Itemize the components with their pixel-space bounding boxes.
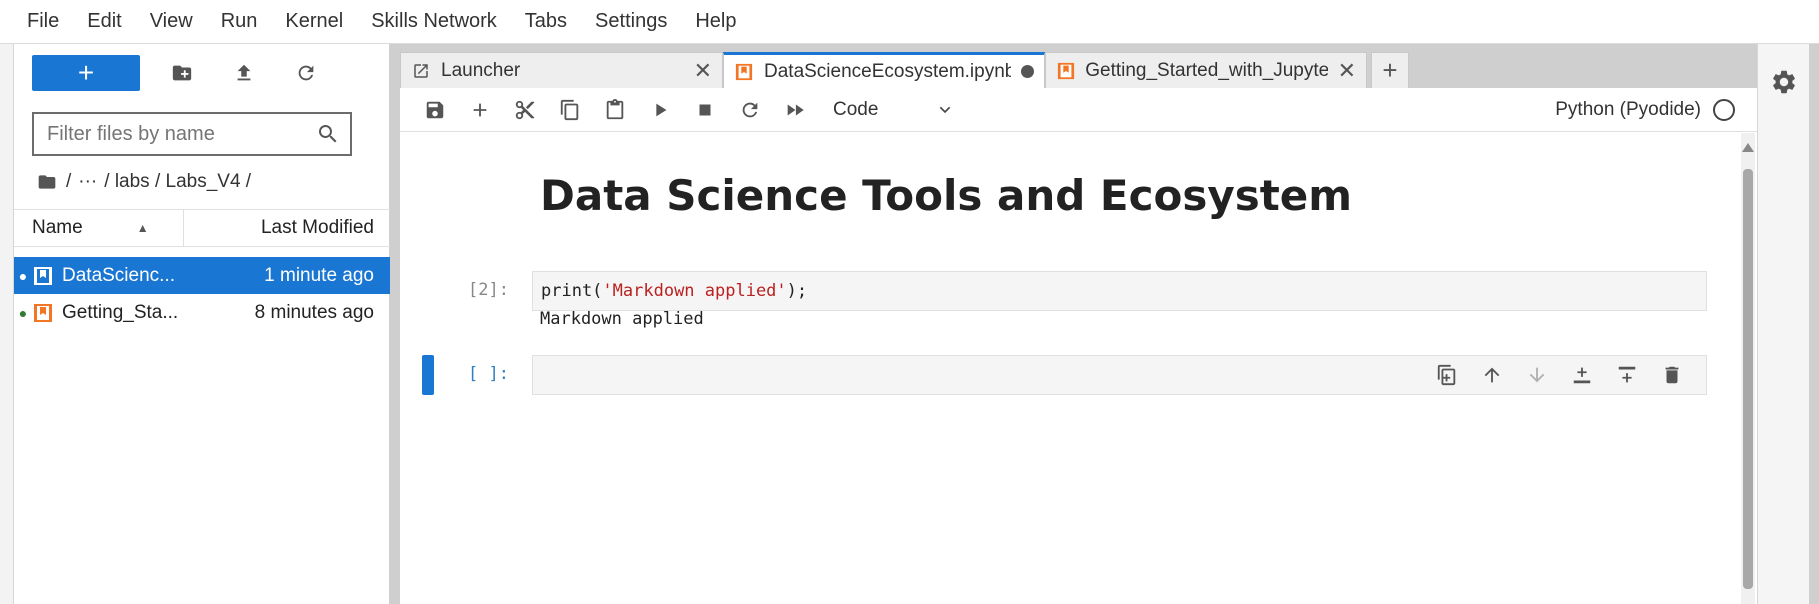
notebook-icon <box>734 62 754 82</box>
sort-ascending-icon: ▲ <box>136 221 149 235</box>
running-indicator: ● <box>18 304 28 321</box>
running-indicator: ● <box>18 267 28 284</box>
breadcrumb-ellipsis[interactable]: ··· <box>78 171 97 193</box>
close-icon[interactable]: ✕ <box>694 58 712 84</box>
chevron-down-icon <box>939 106 951 113</box>
move-up-icon[interactable] <box>1469 364 1514 386</box>
file-list-header: Name ▲ Last Modified <box>14 209 390 247</box>
notebook-icon <box>32 265 54 287</box>
breadcrumb-root[interactable]: / <box>66 171 71 193</box>
markdown-heading[interactable]: Data Science Tools and Ecosystem <box>540 171 1352 220</box>
tab-launcher[interactable]: Launcher ✕ <box>400 52 723 88</box>
property-inspector-gear-icon[interactable] <box>1770 68 1798 96</box>
code-text: ); <box>786 281 808 301</box>
tab-bar: Launcher ✕ DataScienceEcosystem.ipynb Ge… <box>400 52 1409 88</box>
menu-help[interactable]: Help <box>695 10 736 33</box>
menu-view[interactable]: View <box>150 10 193 33</box>
file-modified: 8 minutes ago <box>254 301 374 323</box>
notebook-toolbar: Code Python (Pyodide) <box>400 88 1757 132</box>
breadcrumb-path[interactable]: / labs / Labs_V4 / <box>104 171 251 193</box>
new-tab-button[interactable]: + <box>1371 52 1409 88</box>
tab-datascienceecosystem[interactable]: DataScienceEcosystem.ipynb <box>723 52 1045 88</box>
notebook-scrollbar[interactable] <box>1741 133 1755 604</box>
scrollbar-thumb[interactable] <box>1743 169 1753 589</box>
new-launcher-button[interactable]: + <box>32 55 140 91</box>
menu-kernel[interactable]: Kernel <box>285 10 343 33</box>
code-text: print( <box>541 281 603 301</box>
cell-output: Markdown applied <box>540 309 704 329</box>
code-cell-input[interactable]: print('Markdown applied'); <box>532 271 1707 311</box>
file-name: DataScienc... <box>62 264 175 286</box>
kernel-idle-icon <box>1713 99 1735 121</box>
fast-forward-icon[interactable] <box>772 90 817 130</box>
menu-skills-network[interactable]: Skills Network <box>371 10 497 33</box>
code-string: 'Markdown applied' <box>602 281 787 301</box>
new-folder-icon[interactable] <box>162 55 202 91</box>
folder-icon[interactable] <box>36 172 58 192</box>
run-icon[interactable] <box>637 90 682 130</box>
column-name[interactable]: Name ▲ <box>14 210 184 246</box>
menu-file[interactable]: File <box>27 10 59 33</box>
file-browser: + Filter files by name / ··· / labs / La… <box>14 44 390 604</box>
duplicate-cell-icon[interactable] <box>1424 364 1469 386</box>
search-icon <box>319 125 337 143</box>
kernel-name: Python (Pyodide) <box>1555 99 1701 120</box>
tab-label: DataScienceEcosystem.ipynb <box>764 60 1011 82</box>
code-cell-input-empty[interactable] <box>532 355 1707 395</box>
copy-icon[interactable] <box>547 90 592 130</box>
kernel-status[interactable]: Python (Pyodide) <box>1555 88 1735 132</box>
menu-tabs[interactable]: Tabs <box>525 10 567 33</box>
tab-getting-started[interactable]: Getting_Started_with_Jupyter ✕ <box>1045 52 1367 88</box>
window-edge <box>1809 44 1819 604</box>
breadcrumb: / ··· / labs / Labs_V4 / <box>36 171 258 193</box>
tab-label: Getting_Started_with_Jupyter <box>1085 59 1328 81</box>
right-sidebar <box>1757 44 1809 604</box>
execution-count: [2]: <box>468 280 509 300</box>
file-name: Getting_Sta... <box>62 301 179 323</box>
delete-cell-icon[interactable] <box>1649 364 1694 386</box>
left-activity-strip <box>0 44 14 604</box>
insert-above-icon[interactable] <box>1559 364 1604 386</box>
cell-toolbar <box>1424 356 1694 394</box>
cut-icon[interactable] <box>502 90 547 130</box>
cell-type-dropdown[interactable]: Code <box>833 94 953 126</box>
column-name-label: Name <box>32 217 83 238</box>
paste-icon[interactable] <box>592 90 637 130</box>
notebook-body: Data Science Tools and Ecosystem [2]: pr… <box>400 133 1757 604</box>
jupyterlab-window: File Edit View Run Kernel Skills Network… <box>0 0 1819 604</box>
close-icon[interactable]: ✕ <box>1338 58 1356 84</box>
file-modified: 1 minute ago <box>264 264 374 286</box>
launcher-icon <box>411 61 431 81</box>
file-browser-toolbar: + <box>32 55 326 91</box>
notebook-icon <box>32 302 54 324</box>
file-row[interactable]: ● Getting_Sta... 8 minutes ago <box>14 294 390 331</box>
menu-run[interactable]: Run <box>221 10 258 33</box>
menu-settings[interactable]: Settings <box>595 10 667 33</box>
main-dock-area: Launcher ✕ DataScienceEcosystem.ipynb Ge… <box>390 44 1757 604</box>
unsaved-dot-icon[interactable] <box>1021 65 1034 78</box>
cell-type-value: Code <box>833 98 879 120</box>
notebook-icon <box>1056 61 1075 81</box>
menu-edit[interactable]: Edit <box>87 10 121 33</box>
save-icon[interactable] <box>412 90 457 130</box>
upload-icon[interactable] <box>224 55 264 91</box>
menu-bar: File Edit View Run Kernel Skills Network… <box>0 0 1819 44</box>
tab-label: Launcher <box>441 59 521 81</box>
filter-files-input[interactable]: Filter files by name <box>32 112 352 156</box>
scroll-up-icon[interactable] <box>1742 143 1754 152</box>
stop-icon[interactable] <box>682 90 727 130</box>
notebook-panel: Code Python (Pyodide) Data Science Tools… <box>400 88 1757 604</box>
insert-below-icon[interactable] <box>1604 364 1649 386</box>
add-cell-icon[interactable] <box>457 90 502 130</box>
active-cell-indicator[interactable] <box>422 355 434 395</box>
column-last-modified[interactable]: Last Modified <box>184 210 390 246</box>
file-row[interactable]: ● DataScienc... 1 minute ago <box>14 257 390 294</box>
refresh-icon[interactable] <box>286 55 326 91</box>
restart-icon[interactable] <box>727 90 772 130</box>
filter-placeholder: Filter files by name <box>47 122 215 145</box>
move-down-icon[interactable] <box>1514 364 1559 386</box>
execution-count: [ ]: <box>468 364 509 384</box>
